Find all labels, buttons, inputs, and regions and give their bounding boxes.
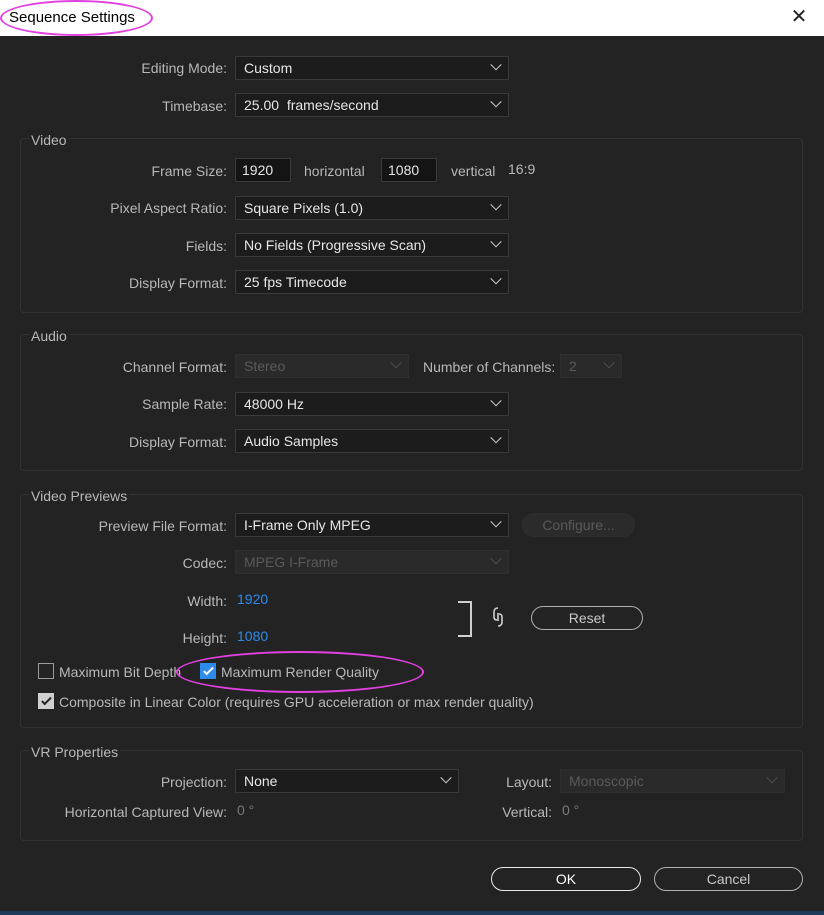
pixel-aspect-label: Pixel Aspect Ratio: <box>110 200 227 216</box>
chevron-down-icon <box>440 772 452 784</box>
composite-linear-color-label: Composite in Linear Color (requires GPU … <box>59 694 534 710</box>
horizontal-captured-view-value: 0 ° <box>237 802 255 818</box>
projection-label: Projection: <box>160 774 227 790</box>
codec-value: MPEG I-Frame <box>244 554 339 570</box>
chevron-down-icon <box>490 395 502 407</box>
horizontal-captured-view-label: Horizontal Captured View: <box>64 804 227 820</box>
layout-value: Monoscopic <box>569 773 644 789</box>
sample-rate-label: Sample Rate: <box>142 396 227 412</box>
frame-width-input[interactable]: 1920 <box>235 158 291 182</box>
layout-select: Monoscopic <box>560 769 785 793</box>
configure-button: Configure... <box>522 513 635 537</box>
num-channels-value: 2 <box>569 358 577 374</box>
codec-label: Codec: <box>182 555 227 571</box>
preview-file-format-value: I-Frame Only MPEG <box>244 517 371 533</box>
ok-button[interactable]: OK <box>491 867 641 891</box>
codec-select: MPEG I-Frame <box>235 550 509 574</box>
projection-select[interactable]: None <box>235 769 459 793</box>
sequence-settings-dialog: Editing Mode: Custom Timebase: 25.00 fra… <box>0 36 824 915</box>
fields-value: No Fields (Progressive Scan) <box>244 237 427 253</box>
audio-group-title: Audio <box>29 328 69 344</box>
reset-button[interactable]: Reset <box>531 606 643 630</box>
preview-height-label: Height: <box>182 630 227 646</box>
channel-format-value: Stereo <box>244 358 286 374</box>
timebase-select[interactable]: 25.00 frames/second <box>235 93 509 117</box>
preview-width-value[interactable]: 1920 <box>237 591 268 607</box>
chevron-down-icon <box>766 772 778 784</box>
chevron-down-icon <box>490 553 502 565</box>
video-previews-group-title: Video Previews <box>29 488 130 504</box>
chevron-down-icon <box>490 96 502 108</box>
horizontal-label: horizontal <box>304 163 365 179</box>
audio-display-format-select[interactable]: Audio Samples <box>235 429 509 453</box>
video-display-format-label: Display Format: <box>128 275 227 291</box>
timebase-value: 25.00 frames/second <box>244 97 379 113</box>
checkmark-icon <box>41 694 52 706</box>
vr-properties-group-title: VR Properties <box>29 744 121 760</box>
title-bar: Sequence Settings ✕ <box>0 0 824 36</box>
chevron-down-icon <box>490 236 502 248</box>
preview-file-format-label: Preview File Format: <box>98 518 227 534</box>
chain-link-icon[interactable] <box>491 606 505 628</box>
max-render-quality-checkbox[interactable] <box>200 663 216 679</box>
sample-rate-select[interactable]: 48000 Hz <box>235 392 509 416</box>
chevron-down-icon <box>490 273 502 285</box>
max-bit-depth-label: Maximum Bit Depth <box>59 664 182 680</box>
fields-select[interactable]: No Fields (Progressive Scan) <box>235 233 509 257</box>
chevron-down-icon <box>603 357 615 369</box>
chevron-down-icon <box>490 199 502 211</box>
pixel-aspect-select[interactable]: Square Pixels (1.0) <box>235 196 509 220</box>
editing-mode-label: Editing Mode: <box>141 60 227 76</box>
timebase-label: Timebase: <box>162 98 227 114</box>
max-bit-depth-checkbox[interactable] <box>38 663 54 679</box>
preview-file-format-select[interactable]: I-Frame Only MPEG <box>235 513 509 537</box>
vr-vertical-label: Vertical: <box>502 804 552 820</box>
audio-display-format-value: Audio Samples <box>244 433 339 449</box>
preview-height-value[interactable]: 1080 <box>237 628 268 644</box>
video-display-format-value: 25 fps Timecode <box>244 274 347 290</box>
editing-mode-value: Custom <box>244 60 293 76</box>
fields-label: Fields: <box>185 238 227 254</box>
channel-format-label: Channel Format: <box>122 359 227 375</box>
vertical-label: vertical <box>451 163 496 179</box>
chevron-down-icon <box>490 432 502 444</box>
editing-mode-select[interactable]: Custom <box>235 56 509 80</box>
aspect-ratio-text: 16:9 <box>508 161 536 177</box>
aspect-link-bracket <box>458 601 472 637</box>
layout-label: Layout: <box>506 774 552 790</box>
projection-value: None <box>244 773 278 789</box>
annotation-circle-title <box>0 0 153 36</box>
channel-format-select: Stereo <box>235 354 409 378</box>
frame-size-label: Frame Size: <box>151 163 227 179</box>
video-display-format-select[interactable]: 25 fps Timecode <box>235 270 509 294</box>
vr-properties-group <box>20 750 803 841</box>
cancel-button[interactable]: Cancel <box>654 867 803 891</box>
checkmark-icon <box>203 664 214 676</box>
pixel-aspect-value: Square Pixels (1.0) <box>244 200 364 216</box>
composite-linear-color-checkbox[interactable] <box>38 693 54 709</box>
chevron-down-icon <box>490 516 502 528</box>
vr-vertical-value: 0 ° <box>562 802 580 818</box>
close-icon[interactable]: ✕ <box>788 6 810 28</box>
sample-rate-value: 48000 Hz <box>244 396 304 412</box>
num-channels-select: 2 <box>560 354 622 378</box>
frame-height-input[interactable]: 1080 <box>381 158 437 182</box>
taskbar-strip <box>0 911 824 915</box>
max-render-quality-label: Maximum Render Quality <box>221 664 379 680</box>
chevron-down-icon <box>390 357 402 369</box>
num-channels-label: Number of Channels: <box>423 359 556 375</box>
preview-width-label: Width: <box>187 593 227 609</box>
audio-display-format-label: Display Format: <box>128 434 227 450</box>
video-group-title: Video <box>29 132 69 148</box>
chevron-down-icon <box>490 59 502 71</box>
